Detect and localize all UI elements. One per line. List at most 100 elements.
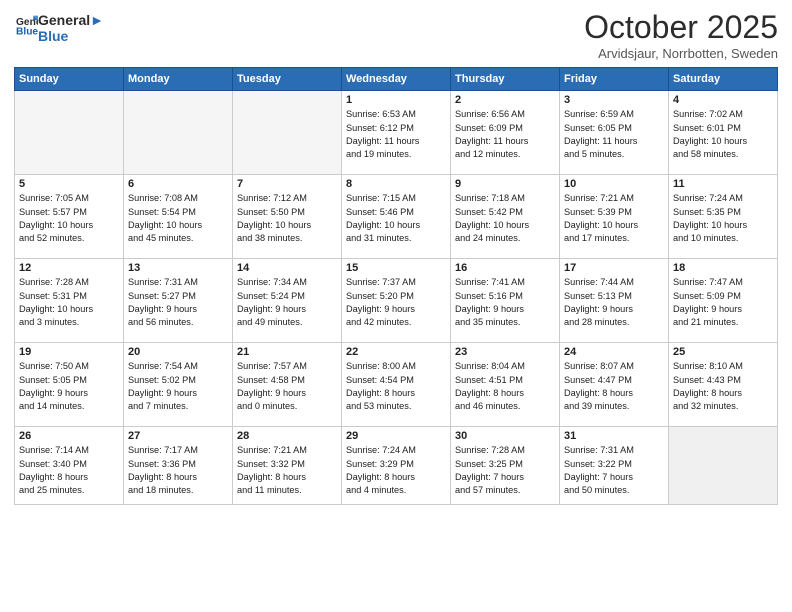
day-number: 1 <box>346 94 446 106</box>
col-header-friday: Friday <box>560 68 669 91</box>
day-number: 31 <box>564 430 664 442</box>
col-header-sunday: Sunday <box>15 68 124 91</box>
cell-daylight-info: Sunrise: 7:17 AMSunset: 3:36 PMDaylight:… <box>128 444 228 497</box>
day-number: 10 <box>564 178 664 190</box>
cell-daylight-info: Sunrise: 7:28 AMSunset: 3:25 PMDaylight:… <box>455 444 555 497</box>
calendar-cell: 19 Sunrise: 7:50 AMSunset: 5:05 PMDayligh… <box>15 343 124 427</box>
cell-daylight-info: Sunrise: 6:56 AMSunset: 6:09 PMDaylight:… <box>455 108 555 161</box>
cell-daylight-info: Sunrise: 8:10 AMSunset: 4:43 PMDaylight:… <box>673 360 773 413</box>
day-number: 6 <box>128 178 228 190</box>
cell-daylight-info: Sunrise: 7:15 AMSunset: 5:46 PMDaylight:… <box>346 192 446 245</box>
calendar-cell: 15 Sunrise: 7:37 AMSunset: 5:20 PMDayligh… <box>342 259 451 343</box>
calendar-cell: 27 Sunrise: 7:17 AMSunset: 3:36 PMDayligh… <box>124 427 233 505</box>
cell-daylight-info: Sunrise: 7:05 AMSunset: 5:57 PMDaylight:… <box>19 192 119 245</box>
calendar-cell: 28 Sunrise: 7:21 AMSunset: 3:32 PMDayligh… <box>233 427 342 505</box>
cell-daylight-info: Sunrise: 8:07 AMSunset: 4:47 PMDaylight:… <box>564 360 664 413</box>
day-number: 28 <box>237 430 337 442</box>
calendar-cell: 26Sunrise: 7:14 AMSunset: 3:40 PMDayligh… <box>15 427 124 505</box>
cell-daylight-info: Sunrise: 7:50 AMSunset: 5:05 PMDaylight:… <box>19 360 119 413</box>
day-number: 19 <box>19 346 119 358</box>
logo-icon: General Blue <box>16 14 38 36</box>
calendar-cell: 5 Sunrise: 7:05 AMSunset: 5:57 PMDaylight… <box>15 175 124 259</box>
col-header-saturday: Saturday <box>669 68 778 91</box>
col-header-thursday: Thursday <box>451 68 560 91</box>
calendar-cell: 31 Sunrise: 7:31 AMSunset: 3:22 PMDayligh… <box>560 427 669 505</box>
calendar-cell: 2 Sunrise: 6:56 AMSunset: 6:09 PMDaylight… <box>451 91 560 175</box>
cell-daylight-info: Sunrise: 7:21 AMSunset: 5:39 PMDaylight:… <box>564 192 664 245</box>
calendar-cell: 24Sunrise: 8:07 AMSunset: 4:47 PMDayligh… <box>560 343 669 427</box>
calendar-cell: 7Sunrise: 7:12 AMSunset: 5:50 PMDaylight… <box>233 175 342 259</box>
cell-daylight-info: Sunrise: 8:00 AMSunset: 4:54 PMDaylight:… <box>346 360 446 413</box>
cell-daylight-info: Sunrise: 7:57 AMSunset: 4:58 PMDaylight:… <box>237 360 337 413</box>
calendar-cell: 6 Sunrise: 7:08 AMSunset: 5:54 PMDaylight… <box>124 175 233 259</box>
cell-daylight-info: Sunrise: 7:47 AMSunset: 5:09 PMDaylight:… <box>673 276 773 329</box>
day-number: 21 <box>237 346 337 358</box>
calendar-cell: 13 Sunrise: 7:31 AMSunset: 5:27 PMDayligh… <box>124 259 233 343</box>
calendar-table: SundayMondayTuesdayWednesdayThursdayFrid… <box>14 67 778 505</box>
calendar-cell: 4Sunrise: 7:02 AMSunset: 6:01 PMDaylight… <box>669 91 778 175</box>
calendar-cell: 1 Sunrise: 6:53 AMSunset: 6:12 PMDaylight… <box>342 91 451 175</box>
col-header-wednesday: Wednesday <box>342 68 451 91</box>
day-number: 11 <box>673 178 773 190</box>
day-number: 2 <box>455 94 555 106</box>
calendar-cell <box>15 91 124 175</box>
location-subtitle: Arvidsjaur, Norrbotten, Sweden <box>584 46 778 61</box>
logo-text-general: General► <box>38 12 104 28</box>
day-number: 5 <box>19 178 119 190</box>
day-number: 27 <box>128 430 228 442</box>
cell-daylight-info: Sunrise: 7:21 AMSunset: 3:32 PMDaylight:… <box>237 444 337 497</box>
page-header: General Blue General► Blue October 2025 … <box>14 10 778 61</box>
logo-text-blue: Blue <box>38 28 104 44</box>
cell-daylight-info: Sunrise: 7:44 AMSunset: 5:13 PMDaylight:… <box>564 276 664 329</box>
calendar-cell: 9 Sunrise: 7:18 AMSunset: 5:42 PMDaylight… <box>451 175 560 259</box>
week-row-1: 1 Sunrise: 6:53 AMSunset: 6:12 PMDaylight… <box>15 91 778 175</box>
day-number: 9 <box>455 178 555 190</box>
cell-daylight-info: Sunrise: 7:31 AMSunset: 5:27 PMDaylight:… <box>128 276 228 329</box>
cell-daylight-info: Sunrise: 7:24 AMSunset: 3:29 PMDaylight:… <box>346 444 446 497</box>
day-number: 4 <box>673 94 773 106</box>
calendar-cell: 29 Sunrise: 7:24 AMSunset: 3:29 PMDayligh… <box>342 427 451 505</box>
week-row-5: 26Sunrise: 7:14 AMSunset: 3:40 PMDayligh… <box>15 427 778 505</box>
day-number: 14 <box>237 262 337 274</box>
cell-daylight-info: Sunrise: 7:08 AMSunset: 5:54 PMDaylight:… <box>128 192 228 245</box>
day-number: 25 <box>673 346 773 358</box>
logo: General Blue General► Blue <box>14 10 104 44</box>
calendar-cell: 21 Sunrise: 7:57 AMSunset: 4:58 PMDayligh… <box>233 343 342 427</box>
calendar-cell: 17Sunrise: 7:44 AMSunset: 5:13 PMDayligh… <box>560 259 669 343</box>
calendar-cell: 16Sunrise: 7:41 AMSunset: 5:16 PMDayligh… <box>451 259 560 343</box>
col-header-monday: Monday <box>124 68 233 91</box>
calendar-cell: 8 Sunrise: 7:15 AMSunset: 5:46 PMDaylight… <box>342 175 451 259</box>
calendar-cell: 3Sunrise: 6:59 AMSunset: 6:05 PMDaylight… <box>560 91 669 175</box>
day-number: 30 <box>455 430 555 442</box>
day-number: 7 <box>237 178 337 190</box>
calendar-cell: 20Sunrise: 7:54 AMSunset: 5:02 PMDayligh… <box>124 343 233 427</box>
calendar-cell <box>233 91 342 175</box>
day-number: 13 <box>128 262 228 274</box>
cell-daylight-info: Sunrise: 7:18 AMSunset: 5:42 PMDaylight:… <box>455 192 555 245</box>
day-number: 20 <box>128 346 228 358</box>
day-number: 18 <box>673 262 773 274</box>
day-number: 29 <box>346 430 446 442</box>
svg-text:Blue: Blue <box>16 26 38 36</box>
calendar-cell: 30 Sunrise: 7:28 AMSunset: 3:25 PMDayligh… <box>451 427 560 505</box>
cell-daylight-info: Sunrise: 6:53 AMSunset: 6:12 PMDaylight:… <box>346 108 446 161</box>
cell-daylight-info: Sunrise: 7:37 AMSunset: 5:20 PMDaylight:… <box>346 276 446 329</box>
cell-daylight-info: Sunrise: 7:34 AMSunset: 5:24 PMDaylight:… <box>237 276 337 329</box>
calendar-cell: 23Sunrise: 8:04 AMSunset: 4:51 PMDayligh… <box>451 343 560 427</box>
week-row-3: 12Sunrise: 7:28 AMSunset: 5:31 PMDayligh… <box>15 259 778 343</box>
cell-daylight-info: Sunrise: 7:14 AMSunset: 3:40 PMDaylight:… <box>19 444 119 497</box>
day-number: 22 <box>346 346 446 358</box>
week-row-2: 5 Sunrise: 7:05 AMSunset: 5:57 PMDaylight… <box>15 175 778 259</box>
cell-daylight-info: Sunrise: 7:31 AMSunset: 3:22 PMDaylight:… <box>564 444 664 497</box>
week-row-4: 19 Sunrise: 7:50 AMSunset: 5:05 PMDayligh… <box>15 343 778 427</box>
cell-daylight-info: Sunrise: 7:41 AMSunset: 5:16 PMDaylight:… <box>455 276 555 329</box>
cell-daylight-info: Sunrise: 7:28 AMSunset: 5:31 PMDaylight:… <box>19 276 119 329</box>
cell-daylight-info: Sunrise: 8:04 AMSunset: 4:51 PMDaylight:… <box>455 360 555 413</box>
day-number: 8 <box>346 178 446 190</box>
calendar-cell: 14 Sunrise: 7:34 AMSunset: 5:24 PMDayligh… <box>233 259 342 343</box>
day-number: 15 <box>346 262 446 274</box>
cell-daylight-info: Sunrise: 7:24 AMSunset: 5:35 PMDaylight:… <box>673 192 773 245</box>
month-title: October 2025 <box>584 10 778 45</box>
calendar-cell: 11 Sunrise: 7:24 AMSunset: 5:35 PMDayligh… <box>669 175 778 259</box>
title-block: October 2025 Arvidsjaur, Norrbotten, Swe… <box>584 10 778 61</box>
